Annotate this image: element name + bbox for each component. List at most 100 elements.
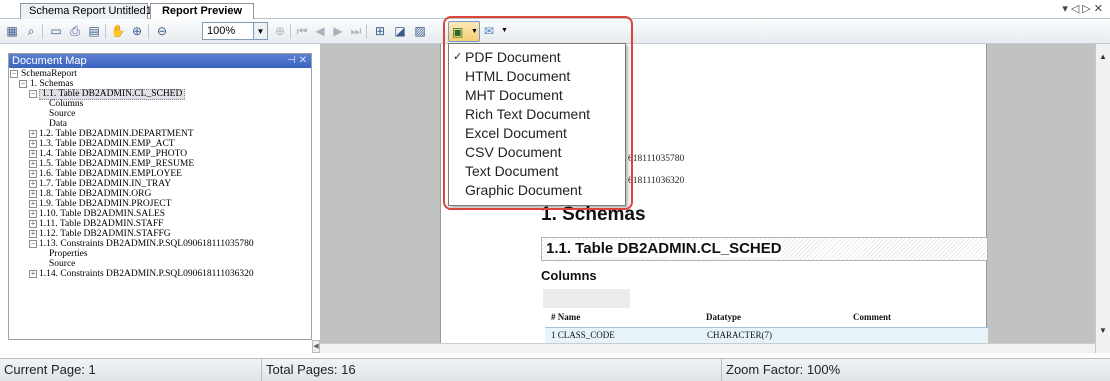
tab-report-preview[interactable]: Report Preview (150, 3, 254, 19)
chevron-down-icon[interactable]: ▼ (501, 27, 508, 34)
tree-node-table[interactable]: +1.4. Table DB2ADMIN.EMP_PHOTO (9, 149, 311, 159)
tree-node-source[interactable]: Source (9, 259, 311, 269)
tab-strip: Schema Report Untitled1* Report Preview … (0, 0, 1110, 19)
mail-icon: ✉ (484, 24, 495, 38)
expand-icon[interactable]: + (29, 160, 37, 168)
toolbar-separator (42, 24, 43, 39)
tree-node-source[interactable]: Source (9, 109, 311, 119)
menu-item-graphic[interactable]: Graphic Document (449, 181, 625, 200)
background-color-icon[interactable]: ◪ (392, 23, 408, 39)
tree-node-table[interactable]: +1.10. Table DB2ADMIN.SALES (9, 209, 311, 219)
toolbar-separator (105, 24, 106, 39)
expand-icon[interactable]: + (29, 170, 37, 178)
magnifier-icon[interactable]: ⊕ (129, 23, 145, 39)
scroll-left-button[interactable]: ◀ (312, 340, 320, 353)
expand-icon[interactable]: + (29, 190, 37, 198)
expand-icon[interactable]: + (29, 200, 37, 208)
tab-schema-report[interactable]: Schema Report Untitled1* (20, 3, 156, 19)
expand-icon[interactable]: + (29, 230, 37, 238)
toolbar-separator (366, 24, 367, 39)
horizontal-scrollbar[interactable] (320, 343, 1095, 353)
menu-item-html[interactable]: HTML Document (449, 67, 625, 86)
menu-item-rtf[interactable]: Rich Text Document (449, 105, 625, 124)
print-icon[interactable]: ⎙ (67, 23, 83, 39)
zoom-combo[interactable]: 100% (202, 22, 254, 40)
current-page-status: Current Page: 1 (0, 359, 262, 381)
table-row: 1 CLASS_CODE CHARACTER(7) (545, 327, 988, 343)
chevron-down-icon[interactable]: ▼ (471, 28, 478, 35)
scroll-down-icon[interactable]: ▼ (1098, 326, 1108, 336)
quick-print-icon[interactable]: ▤ (86, 23, 102, 39)
header-datatype: Datatype (706, 312, 741, 322)
menu-item-mht[interactable]: MHT Document (449, 86, 625, 105)
expand-icon[interactable]: + (29, 220, 37, 228)
tree-node-schemas[interactable]: − 1. Schemas (9, 79, 311, 89)
menu-item-text[interactable]: Text Document (449, 162, 625, 181)
collapse-icon[interactable]: − (29, 90, 37, 98)
send-mail-button[interactable]: ✉ ▼ (482, 23, 510, 41)
expand-icon[interactable]: + (29, 140, 37, 148)
check-icon: ✓ (453, 51, 463, 63)
section-heading: 1. Schemas (541, 204, 646, 225)
expand-icon[interactable]: + (29, 150, 37, 158)
document-map-title: Document Map (12, 55, 87, 67)
tree-node-table[interactable]: +1.9. Table DB2ADMIN.PROJECT (9, 199, 311, 209)
collapse-icon[interactable]: − (10, 70, 18, 78)
tree-node-table[interactable]: +1.6. Table DB2ADMIN.EMPLOYEE (9, 169, 311, 179)
document-map-panel: Document Map ⊣ ✕ − SchemaReport − 1. Sch… (8, 53, 312, 340)
tree-node-table[interactable]: +1.11. Table DB2ADMIN.STAFF (9, 219, 311, 229)
page-setup-icon[interactable]: ▭ (48, 23, 64, 39)
tree-node-data[interactable]: Data (9, 119, 311, 129)
first-page-icon[interactable]: ⏮ (294, 23, 310, 39)
tree-node-constraint[interactable]: −1.13. Constraints DB2ADMIN.P.SQL0906181… (9, 239, 311, 249)
grey-placeholder (543, 289, 630, 308)
tree-node-root[interactable]: − SchemaReport (9, 69, 311, 79)
collapse-icon[interactable]: − (19, 80, 27, 88)
menu-item-excel[interactable]: Excel Document (449, 124, 625, 143)
tab-controls[interactable]: ▾◁▷✕ (1062, 2, 1106, 15)
table-heading: 1.1. Table DB2ADMIN.CL_SCHED (546, 240, 782, 257)
expand-icon[interactable]: + (29, 130, 37, 138)
find-icon[interactable]: ⌕ (23, 23, 39, 39)
export-document-icon: ▣ (452, 25, 464, 39)
tree-node-constraint[interactable]: +1.14. Constraints DB2ADMIN.P.SQL0906181… (9, 269, 311, 279)
export-menu: ✓ PDF Document HTML Document MHT Document… (448, 43, 626, 206)
last-page-icon[interactable]: ⏭ (348, 23, 364, 39)
tree-node-table[interactable]: +1.7. Table DB2ADMIN.IN_TRAY (9, 179, 311, 189)
toc-constraint-a: 618111035780 (628, 154, 685, 164)
header-name: # Name (551, 312, 581, 322)
export-button[interactable]: ▣ ▼ (448, 21, 480, 42)
expand-icon[interactable]: + (29, 270, 37, 278)
previous-page-icon[interactable]: ◀ (312, 23, 328, 39)
document-map-icon[interactable]: ▦ (4, 23, 20, 39)
tree-node-table[interactable]: +1.5. Table DB2ADMIN.EMP_RESUME (9, 159, 311, 169)
collapse-icon[interactable]: − (29, 240, 37, 248)
zoom-dropdown-arrow[interactable]: ▼ (254, 22, 268, 40)
cell-name: 1 CLASS_CODE (551, 330, 615, 340)
tree-node-table[interactable]: +1.3. Table DB2ADMIN.EMP_ACT (9, 139, 311, 149)
tree-node-columns[interactable]: Columns (9, 99, 311, 109)
tree-node-table[interactable]: +1.12. Table DB2ADMIN.STAFFG (9, 229, 311, 239)
watermark-icon[interactable]: ▨ (412, 23, 428, 39)
vertical-scrollbar[interactable]: ▲ ▼ (1095, 44, 1110, 353)
scroll-up-icon[interactable]: ▲ (1098, 52, 1108, 62)
preview-area[interactable]: 1. 1. 1. 1. 1. 1. 1. 618111035780 618111… (320, 44, 1095, 343)
close-icon[interactable]: ⊣ ✕ (287, 54, 307, 68)
menu-item-pdf[interactable]: ✓ PDF Document (449, 48, 625, 67)
expand-icon[interactable]: + (29, 180, 37, 188)
hand-tool-icon[interactable]: ✋ (110, 23, 126, 39)
tree-node-table[interactable]: +1.8. Table DB2ADMIN.ORG (9, 189, 311, 199)
tree-node-table[interactable]: +1.2. Table DB2ADMIN.DEPARTMENT (9, 129, 311, 139)
zoom-in-icon[interactable] (176, 23, 192, 39)
columns-heading: Columns (541, 268, 597, 283)
tree-node-selected[interactable]: − 1.1. Table DB2ADMIN.CL_SCHED (9, 89, 311, 100)
zoom-out-icon[interactable]: ⊖ (154, 23, 170, 39)
cell-datatype: CHARACTER(7) (707, 330, 772, 340)
document-map-tree: − SchemaReport − 1. Schemas − 1.1. Table… (9, 66, 311, 279)
expand-icon[interactable]: + (29, 210, 37, 218)
menu-item-csv[interactable]: CSV Document (449, 143, 625, 162)
multiple-pages-icon[interactable]: ⊞ (372, 23, 388, 39)
tree-node-properties[interactable]: Properties (9, 249, 311, 259)
next-page-icon[interactable]: ▶ (330, 23, 346, 39)
zoom-in-icon[interactable]: ⊕ (272, 23, 288, 39)
